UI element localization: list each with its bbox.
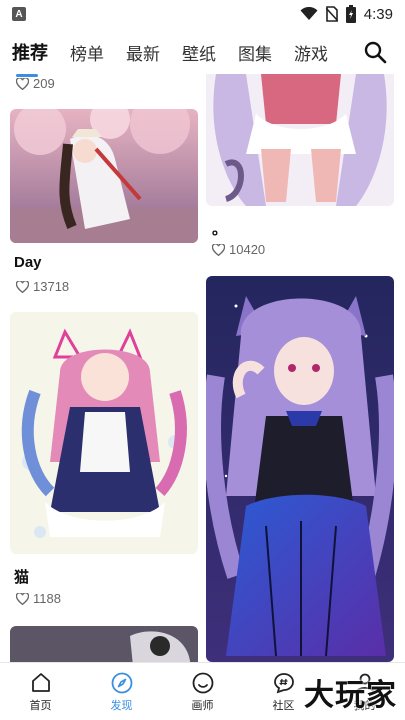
chat-hash-icon [273, 672, 294, 693]
artwork-title: Day [14, 254, 42, 271]
artwork-image-partial[interactable] [10, 626, 198, 662]
image-feed[interactable]: 209 Day 13718 猫 1188 。 10420 [0, 74, 405, 662]
app-notification-icon: A [12, 7, 26, 21]
likes-count: 1188 [16, 591, 61, 606]
nav-home[interactable]: 首页 [0, 663, 81, 720]
nav-artists[interactable]: 画师 [162, 663, 243, 720]
no-sim-icon [325, 6, 338, 22]
nav-discover[interactable]: 发现 [81, 663, 162, 720]
artwork-image-purple-hair[interactable] [206, 276, 394, 662]
status-time: 4:39 [363, 5, 393, 23]
tab-albums[interactable]: 图集 [238, 40, 272, 65]
artwork-title: 。 [212, 221, 228, 238]
search-icon[interactable] [363, 40, 387, 64]
tab-rankings[interactable]: 榜单 [70, 40, 104, 65]
lavender-outfit-art [206, 74, 394, 206]
home-icon [31, 672, 50, 692]
smile-face-icon [192, 672, 213, 693]
tab-recommended[interactable]: 推荐 [12, 39, 48, 65]
heart-icon [16, 77, 29, 90]
top-tab-bar: 推荐 榜单 最新 壁纸 图集 游戏 [0, 30, 405, 74]
cherry-blossom-art [10, 109, 198, 243]
tab-games[interactable]: 游戏 [294, 40, 328, 65]
wifi-icon [300, 7, 318, 20]
silver-hair-art [10, 626, 198, 662]
purple-hair-cat-ears-art [206, 276, 394, 662]
artwork-image-cat[interactable] [10, 312, 198, 554]
artwork-image-dot[interactable] [206, 74, 394, 206]
tab-wallpapers[interactable]: 壁纸 [182, 40, 216, 65]
likes-count: 13718 [16, 279, 69, 294]
heart-icon [16, 280, 29, 293]
heart-icon [16, 592, 29, 605]
artwork-title: 猫 [14, 569, 30, 586]
heart-icon [212, 243, 225, 256]
likes-count: 209 [16, 76, 55, 91]
likes-count: 10420 [212, 242, 265, 257]
watermark-logo: 大玩家 [304, 679, 397, 712]
maid-girl-art [10, 312, 198, 554]
status-bar: A 4:39 [0, 0, 405, 28]
compass-icon [111, 672, 132, 693]
artwork-image-day[interactable] [10, 109, 198, 243]
tab-latest[interactable]: 最新 [126, 40, 160, 65]
battery-icon [345, 5, 356, 23]
